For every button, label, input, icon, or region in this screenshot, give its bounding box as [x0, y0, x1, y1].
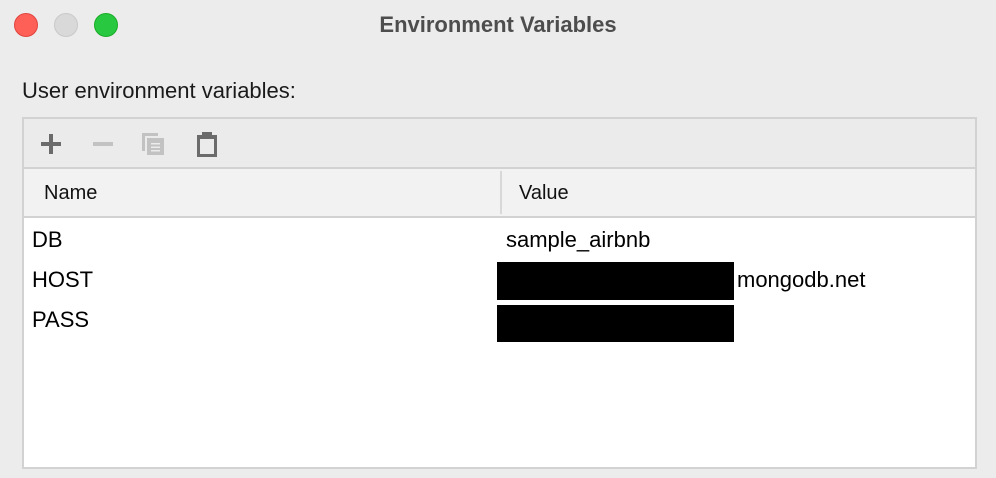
table-row[interactable]: PASS — [24, 299, 975, 342]
section-label: User environment variables: — [22, 78, 296, 103]
row-name: DB — [32, 227, 63, 252]
paste-icon[interactable] — [194, 131, 220, 157]
column-divider[interactable] — [500, 171, 502, 214]
column-header-name[interactable]: Name — [44, 182, 97, 205]
row-value: mongodb.net — [737, 267, 866, 292]
minus-icon[interactable] — [90, 131, 116, 157]
env-table-panel: Name Value DB sample_airbnb HOST mongodb… — [22, 117, 977, 469]
table-row[interactable]: HOST mongodb.net — [24, 259, 975, 300]
redaction-box — [497, 305, 734, 342]
copy-icon[interactable] — [140, 131, 166, 157]
redaction-box — [497, 262, 734, 300]
toolbar — [24, 119, 975, 169]
row-value: sample_airbnb — [506, 227, 651, 252]
row-name: HOST — [32, 267, 94, 292]
table-row[interactable]: DB sample_airbnb — [24, 219, 975, 259]
column-header-value[interactable]: Value — [519, 182, 569, 205]
row-name: PASS — [32, 307, 90, 332]
window-title: Environment Variables — [379, 12, 617, 37]
table-header: Name Value — [24, 169, 975, 218]
plus-icon[interactable] — [38, 131, 64, 157]
